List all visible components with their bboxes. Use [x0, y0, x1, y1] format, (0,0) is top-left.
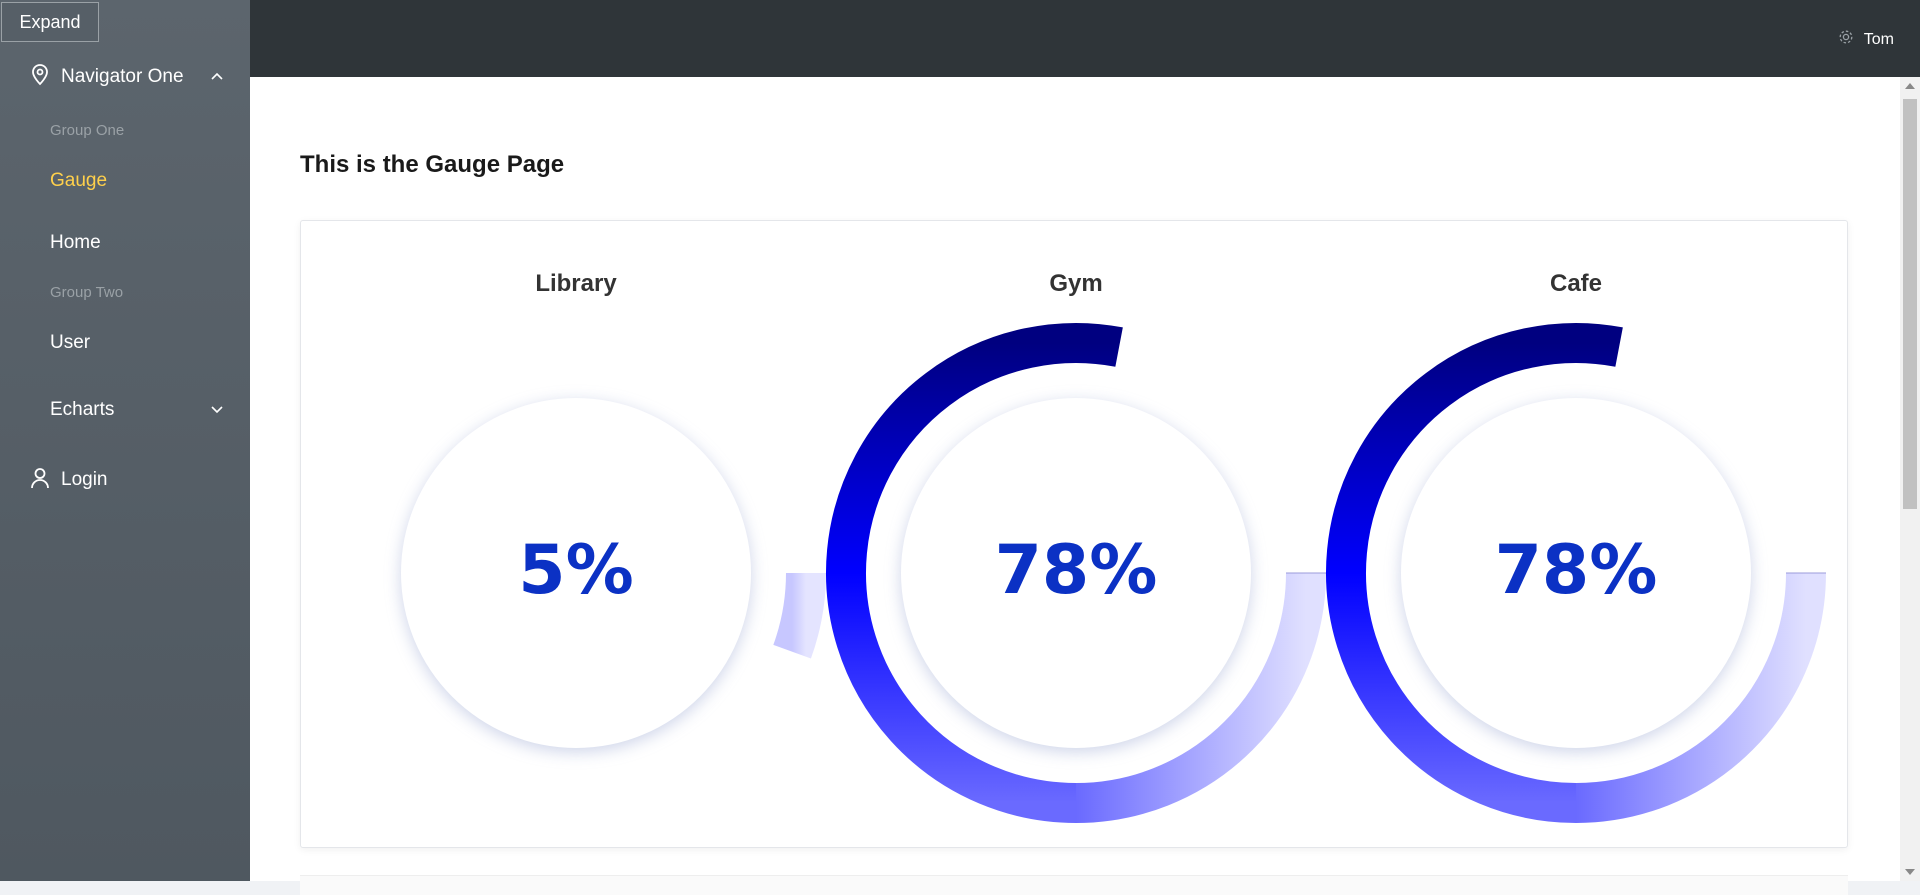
chevron-up-icon — [210, 68, 224, 86]
header-bar: Tom — [250, 0, 1920, 77]
scroll-down-icon[interactable] — [1905, 869, 1915, 875]
gauge-card: Library 5% Gym 78% Cafe 78% — [300, 220, 1848, 848]
second-card — [300, 875, 1848, 895]
user-name[interactable]: Tom — [1864, 31, 1894, 49]
menu-login[interactable]: Login — [0, 465, 250, 495]
scrollbar[interactable] — [1900, 77, 1920, 881]
scroll-up-icon[interactable] — [1905, 83, 1915, 89]
submenu-label: Echarts — [50, 399, 115, 420]
login-label: Login — [61, 469, 108, 490]
sidebar-item-user[interactable]: User — [50, 332, 90, 354]
sidebar-item-gauge[interactable]: Gauge — [50, 170, 107, 192]
gauge-title: Library — [535, 270, 617, 297]
sidebar: Expand Navigator One Group One Gauge Hom… — [0, 0, 250, 881]
page-title: This is the Gauge Page — [300, 151, 565, 178]
gauge-title: Cafe — [1549, 270, 1603, 297]
sidebar-item-home[interactable]: Home — [50, 232, 101, 254]
gauge-progress-arc — [773, 572, 826, 659]
gauge-value: 78% — [1494, 531, 1658, 610]
gauge-title: Gym — [1049, 270, 1103, 297]
group-title-two: Group Two — [50, 284, 124, 301]
gauge-value: 5% — [518, 531, 634, 610]
user-icon — [30, 467, 50, 494]
gauge-value: 78% — [994, 531, 1158, 610]
location-icon — [30, 63, 50, 91]
user-menu[interactable]: Tom — [1838, 29, 1894, 50]
group-title-one: Group One — [50, 122, 125, 139]
submenu-navigator-one[interactable]: Navigator One — [0, 62, 250, 92]
submenu-echarts[interactable]: Echarts — [0, 395, 250, 425]
gear-icon[interactable] — [1838, 29, 1854, 50]
main-content: This is the Gauge Page Library 5% Gym 78… — [250, 77, 1900, 895]
scroll-thumb[interactable] — [1903, 99, 1917, 509]
expand-button[interactable]: Expand — [1, 2, 99, 42]
submenu-label: Navigator One — [61, 66, 184, 87]
chevron-down-icon — [210, 401, 224, 419]
